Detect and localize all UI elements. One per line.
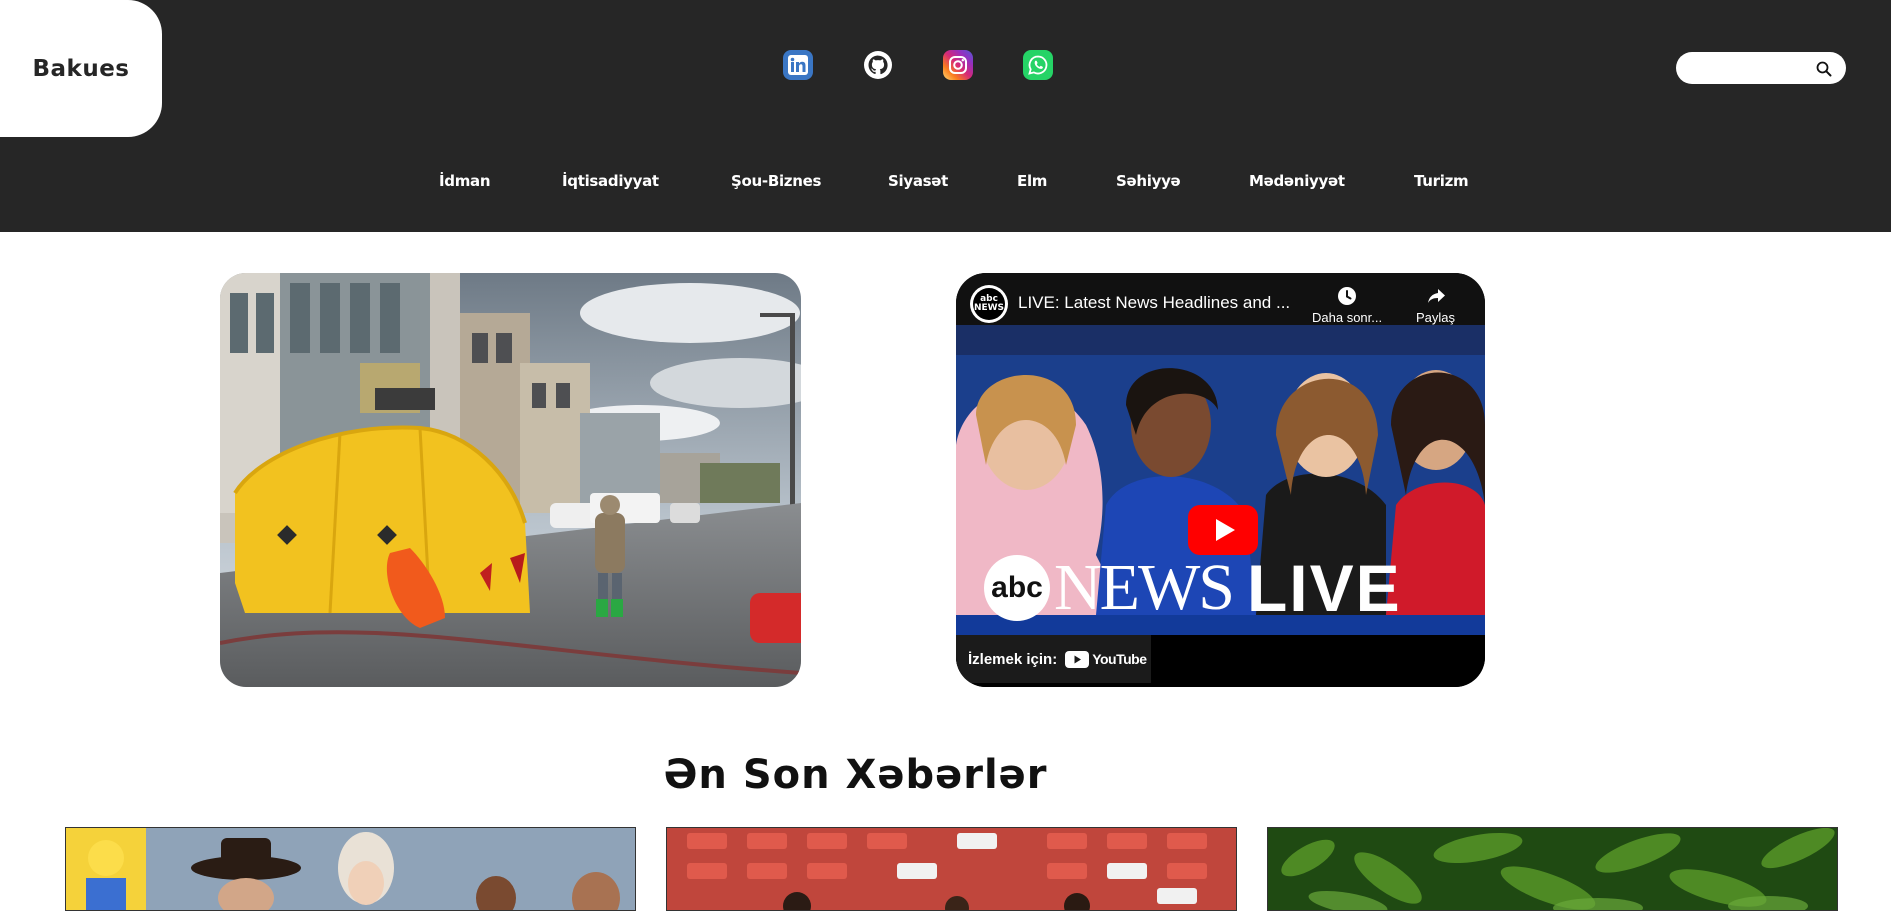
nav-item-idman[interactable]: İdman: [439, 172, 491, 190]
github-icon[interactable]: [863, 50, 893, 80]
nav-item-siyaset[interactable]: Siyasət: [888, 172, 948, 190]
news-card-image: [1268, 828, 1837, 910]
abc-news-live-banner: abc NEWS LIVE: [984, 550, 1402, 626]
main-nav: İdman İqtisadiyyat Şou-Biznes Siyasət El…: [0, 172, 1891, 196]
abc-logo: abc: [984, 555, 1050, 621]
abc-logo-text: abc: [991, 571, 1043, 604]
logo-text[interactable]: Bakues: [32, 56, 129, 82]
share-label: Paylaş: [1416, 310, 1456, 325]
street-tent-photo: [220, 273, 801, 687]
search-box[interactable]: [1676, 52, 1846, 84]
news-card-tv[interactable]: [65, 827, 636, 911]
news-card-image: [667, 828, 1236, 910]
youtube-icon: [1065, 650, 1090, 668]
logo[interactable]: Bakues: [0, 0, 162, 137]
video-thumbnail[interactable]: abc NEWS LIVE: [956, 325, 1485, 635]
video-title-bar: abc NEWS LIVE: Latest News Headlines and…: [956, 273, 1485, 325]
nav-item-sehiyye[interactable]: Səhiyyə: [1116, 172, 1181, 190]
nav-item-elm[interactable]: Elm: [1017, 172, 1047, 190]
play-button-icon[interactable]: [1188, 505, 1258, 555]
nav-item-turizm[interactable]: Turizm: [1414, 172, 1469, 190]
channel-avatar[interactable]: abc NEWS: [970, 285, 1008, 323]
watch-on-label: İzlemek için:: [968, 650, 1058, 668]
youtube-logo: YouTube: [1065, 650, 1147, 668]
news-card-image: [66, 828, 635, 910]
watch-later-button[interactable]: Daha sonr...: [1312, 285, 1382, 325]
linkedin-icon[interactable]: [783, 50, 813, 80]
banner-news-text: NEWS: [1054, 551, 1235, 624]
search-icon[interactable]: [1816, 61, 1832, 77]
clock-icon: [1338, 287, 1357, 305]
search-input[interactable]: [1688, 56, 1812, 82]
share-button[interactable]: Paylaş: [1416, 285, 1455, 325]
site-header: Bakues İdman İqtisadiyyat Şou-Biznes Siy…: [0, 0, 1891, 232]
video-title[interactable]: LIVE: Latest News Headlines and ...: [1018, 293, 1290, 313]
share-icon: [1427, 289, 1445, 303]
watch-later-label: Daha sonr...: [1312, 310, 1383, 325]
news-card-sport[interactable]: [666, 827, 1237, 911]
watch-on-youtube-button[interactable]: İzlemek için: YouTube: [956, 635, 1151, 683]
nav-item-sou-biznes[interactable]: Şou-Biznes: [731, 172, 821, 190]
channel-avatar-text: abc NEWS: [973, 288, 1005, 320]
nav-item-medeniyyet[interactable]: Mədəniyyət: [1249, 172, 1345, 190]
youtube-wordmark: YouTube: [1092, 651, 1147, 667]
banner-live-text: LIVE: [1246, 551, 1402, 625]
nav-item-iqtisadiyyat[interactable]: İqtisadiyyat: [562, 172, 659, 190]
video-bottom-bar: İzlemek için: YouTube: [956, 635, 1485, 687]
instagram-icon[interactable]: [943, 50, 973, 80]
hero-news-image[interactable]: [220, 273, 801, 687]
news-card-health[interactable]: [1267, 827, 1838, 911]
youtube-embed[interactable]: abc NEWS LIVE abc NEWS LIVE: Latest News…: [956, 273, 1485, 687]
section-title: Ən Son Xəbərlər: [663, 752, 1048, 798]
whatsapp-icon[interactable]: [1023, 50, 1053, 80]
